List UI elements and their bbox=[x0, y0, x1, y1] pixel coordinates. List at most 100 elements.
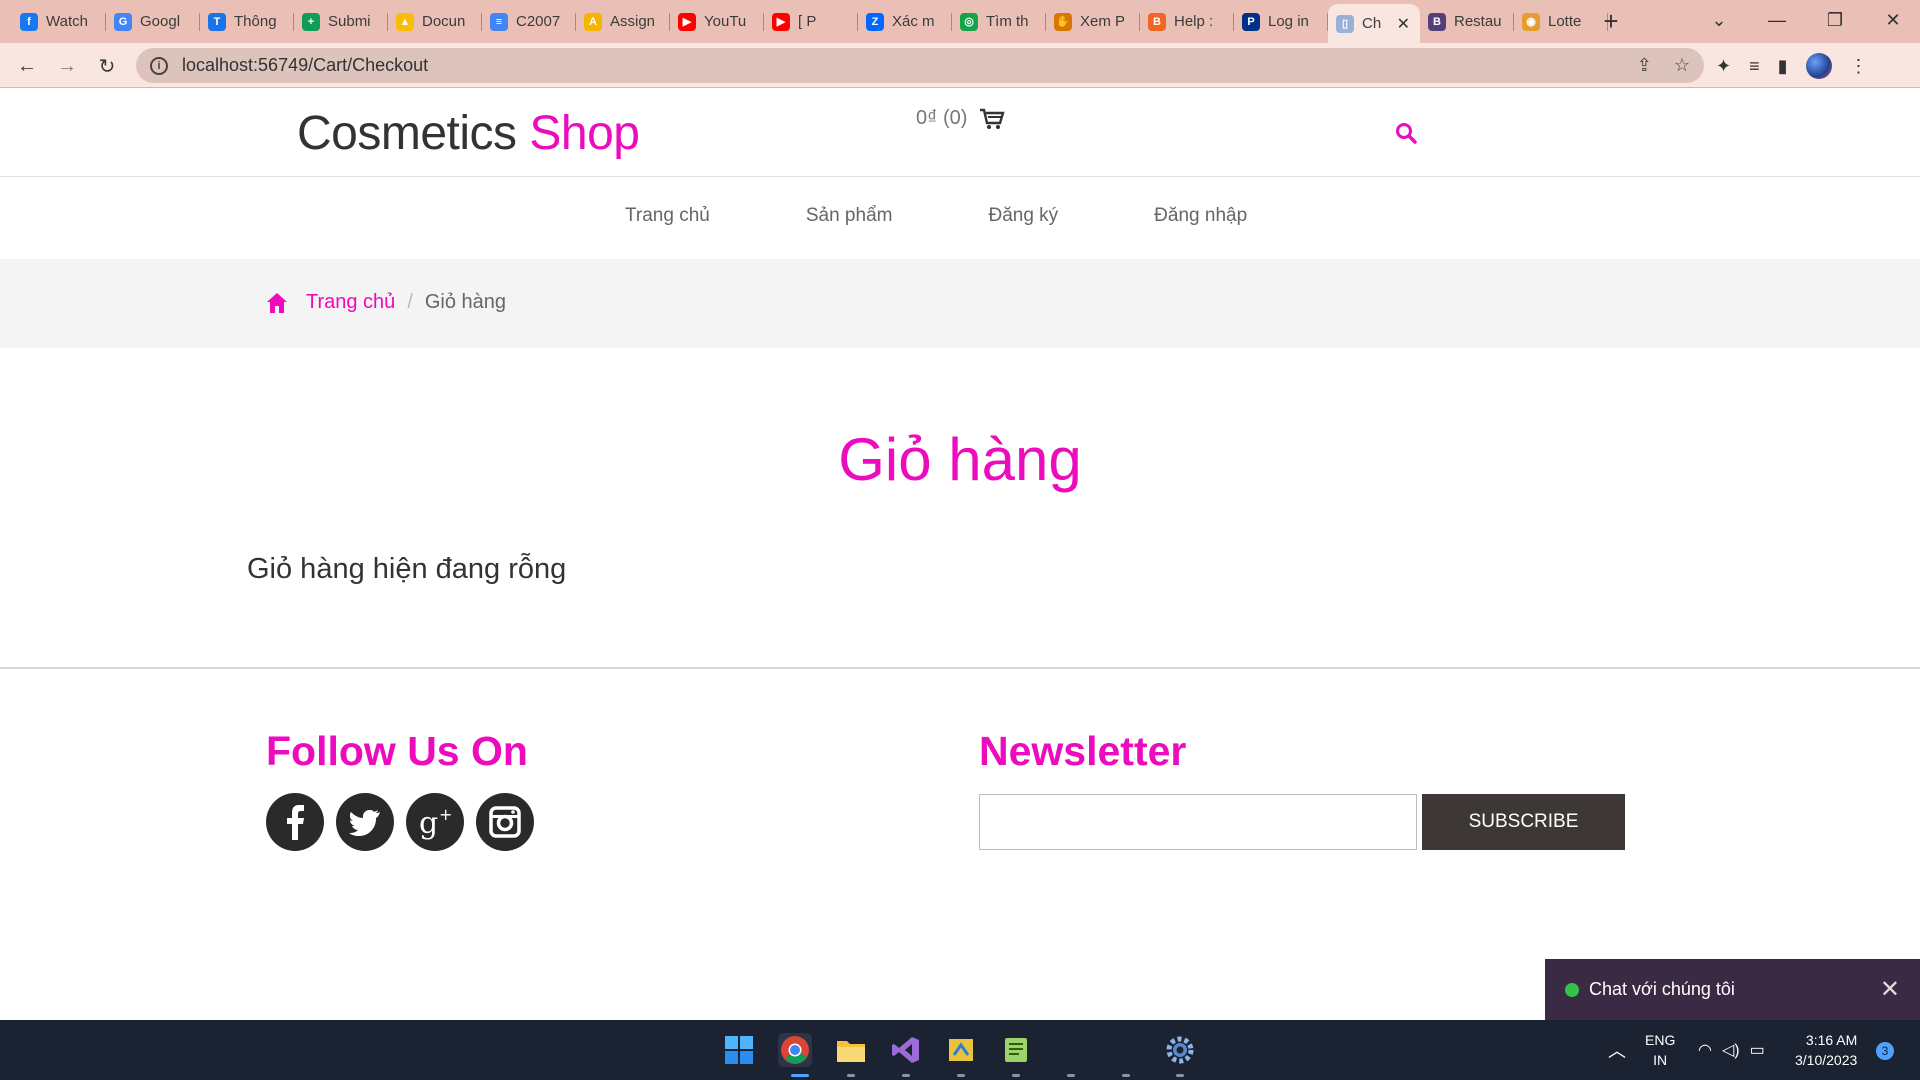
tab-favicon-icon: ✋ bbox=[1054, 12, 1072, 31]
forward-button[interactable]: → bbox=[52, 51, 82, 81]
browser-menu-icon[interactable]: ⋮ bbox=[1850, 56, 1868, 77]
share-icon[interactable]: ⇪ bbox=[1637, 55, 1652, 76]
tab-title: YouTu bbox=[704, 13, 747, 30]
tab-title: Watch bbox=[46, 13, 88, 30]
tab-title: Xem P bbox=[1080, 13, 1126, 30]
tab-favicon-icon: ◉ bbox=[1522, 12, 1540, 31]
svg-text:+: + bbox=[439, 805, 452, 824]
tab-favicon-icon: B bbox=[1428, 12, 1446, 31]
newsletter-email-input[interactable] bbox=[979, 794, 1417, 850]
tab-title: Help : bbox=[1174, 13, 1214, 30]
volume-icon: ◁) bbox=[1721, 1042, 1740, 1059]
side-panel-icon[interactable]: ▮ bbox=[1778, 56, 1788, 77]
chrome-active-indicator bbox=[791, 1074, 809, 1077]
tab-title: Googl bbox=[140, 13, 181, 30]
site-logo[interactable]: Cosmetics Shop bbox=[297, 106, 640, 161]
notepad-app-icon[interactable] bbox=[999, 1033, 1033, 1067]
browser-tab[interactable]: B Help : bbox=[1140, 6, 1234, 37]
empty-cart-message: Giỏ hàng hiện đang rỗng bbox=[247, 553, 567, 585]
browser-tab[interactable]: f Watch bbox=[12, 6, 106, 37]
tab-title: Assign bbox=[610, 13, 656, 30]
show-hidden-icons[interactable]: ︿ bbox=[1608, 1020, 1626, 1080]
browser-tab[interactable]: B Restau bbox=[1420, 6, 1514, 37]
browser-tab[interactable]: + Submi bbox=[294, 6, 388, 37]
visual-studio-icon[interactable] bbox=[889, 1033, 923, 1067]
file-explorer-icon[interactable] bbox=[834, 1033, 868, 1067]
address-bar[interactable]: i localhost:56749/Cart/Checkout ⇪ ☆ bbox=[136, 48, 1704, 83]
cart-icon bbox=[980, 108, 1006, 129]
minimize-button[interactable]: — bbox=[1748, 0, 1806, 40]
notepad-indicator bbox=[1012, 1074, 1020, 1077]
hidden-app-indicator-2 bbox=[1122, 1074, 1130, 1077]
tab-title: Restau bbox=[1454, 13, 1502, 30]
hidden-app-indicator-1 bbox=[1067, 1074, 1075, 1077]
twitter-icon[interactable] bbox=[336, 793, 394, 851]
search-icon[interactable] bbox=[1395, 122, 1417, 144]
nav-item-login[interactable]: Đăng nhập bbox=[1154, 205, 1247, 227]
breadcrumb-home-link[interactable]: Trang chủ bbox=[306, 291, 395, 314]
instagram-icon[interactable] bbox=[476, 793, 534, 851]
browser-tab[interactable]: ▲ Docun bbox=[388, 6, 482, 37]
browser-tab[interactable]: ◎ Tìm th bbox=[952, 6, 1046, 37]
extensions-icon[interactable]: ✦ bbox=[1716, 56, 1731, 77]
tab-favicon-icon: T bbox=[208, 12, 226, 31]
main-navigation: Trang chủ Sản phẩm Đăng ký Đăng nhập bbox=[0, 177, 1920, 259]
browser-tab[interactable]: ▶ [ P bbox=[764, 6, 858, 37]
settings-gear-icon[interactable] bbox=[1163, 1033, 1197, 1067]
reload-button[interactable]: ↻ bbox=[92, 51, 122, 81]
language-code: ENG bbox=[1645, 1032, 1676, 1048]
chat-close-icon[interactable]: ✕ bbox=[1880, 975, 1900, 1004]
tab-title: Xác m bbox=[892, 13, 935, 30]
home-icon[interactable] bbox=[266, 292, 288, 314]
new-tab-button[interactable]: + bbox=[1596, 6, 1626, 36]
browser-tab-active[interactable]: ▯ Ch ✕ bbox=[1328, 4, 1420, 43]
sql-tool-icon[interactable] bbox=[944, 1033, 978, 1067]
browser-tab[interactable]: ✋ Xem P bbox=[1046, 6, 1140, 37]
system-tray[interactable]: ◠ ◁) ▭ bbox=[1698, 1020, 1765, 1080]
input-language[interactable]: ENG IN bbox=[1645, 1030, 1675, 1070]
tab-favicon-icon: f bbox=[20, 12, 38, 31]
browser-tab[interactable]: P Log in bbox=[1234, 6, 1328, 37]
online-status-dot bbox=[1565, 982, 1579, 997]
browser-tab[interactable]: ≡ C2007 bbox=[482, 6, 576, 37]
profile-avatar[interactable] bbox=[1805, 53, 1832, 79]
browser-tab[interactable]: T Thông bbox=[200, 6, 294, 37]
reading-list-icon[interactable]: ≡ bbox=[1749, 56, 1760, 77]
browser-tab[interactable]: Z Xác m bbox=[858, 6, 952, 37]
url-text[interactable]: localhost:56749/Cart/Checkout bbox=[182, 55, 428, 76]
tab-favicon-icon: ▯ bbox=[1336, 14, 1354, 33]
clock[interactable]: 3:16 AM 3/10/2023 bbox=[1795, 1030, 1857, 1070]
browser-tab[interactable]: ◉ Lotte bbox=[1514, 6, 1608, 37]
tab-title: [ P bbox=[798, 13, 817, 30]
browser-tab[interactable]: A Assign bbox=[576, 6, 670, 37]
mini-cart[interactable]: 0₫ (0) bbox=[916, 107, 1006, 130]
nav-item-register[interactable]: Đăng ký bbox=[988, 205, 1058, 227]
cart-summary: 0₫ (0) bbox=[916, 107, 968, 129]
wifi-icon: ◠ bbox=[1698, 1042, 1712, 1059]
nav-item-home[interactable]: Trang chủ bbox=[625, 205, 710, 227]
browser-tab[interactable]: ▶ YouTu bbox=[670, 6, 764, 37]
browser-toolbar: ← → ↻ i localhost:56749/Cart/Checkout ⇪ … bbox=[0, 43, 1920, 88]
close-window-button[interactable]: ✕ bbox=[1864, 0, 1920, 40]
nav-item-products[interactable]: Sản phẩm bbox=[806, 205, 893, 227]
tab-close-icon[interactable]: ✕ bbox=[1397, 14, 1410, 34]
bookmark-star-icon[interactable]: ☆ bbox=[1674, 55, 1690, 76]
chat-widget[interactable]: Chat với chúng tôi ✕ bbox=[1545, 959, 1920, 1020]
tab-title: Log in bbox=[1268, 13, 1309, 30]
facebook-icon[interactable] bbox=[266, 793, 324, 851]
newsletter-heading: Newsletter bbox=[979, 728, 1187, 774]
google-plus-icon[interactable]: g + bbox=[406, 793, 464, 851]
tab-favicon-icon: ▲ bbox=[396, 12, 414, 31]
restore-button[interactable]: ❐ bbox=[1806, 0, 1864, 40]
subscribe-button[interactable]: SUBSCRIBE bbox=[1422, 794, 1625, 850]
sql-tool-indicator bbox=[957, 1074, 965, 1077]
back-button[interactable]: ← bbox=[12, 51, 42, 81]
visual-studio-indicator bbox=[902, 1074, 910, 1077]
tab-search-icon[interactable]: ⌄ bbox=[1690, 0, 1748, 40]
notification-badge[interactable]: 3 bbox=[1876, 1042, 1894, 1060]
start-menu-icon[interactable] bbox=[722, 1033, 756, 1067]
chrome-taskbar-icon[interactable] bbox=[778, 1033, 812, 1067]
clock-date: 3/10/2023 bbox=[1795, 1052, 1858, 1068]
browser-tab[interactable]: G Googl bbox=[106, 6, 200, 37]
site-info-icon[interactable]: i bbox=[150, 56, 168, 75]
